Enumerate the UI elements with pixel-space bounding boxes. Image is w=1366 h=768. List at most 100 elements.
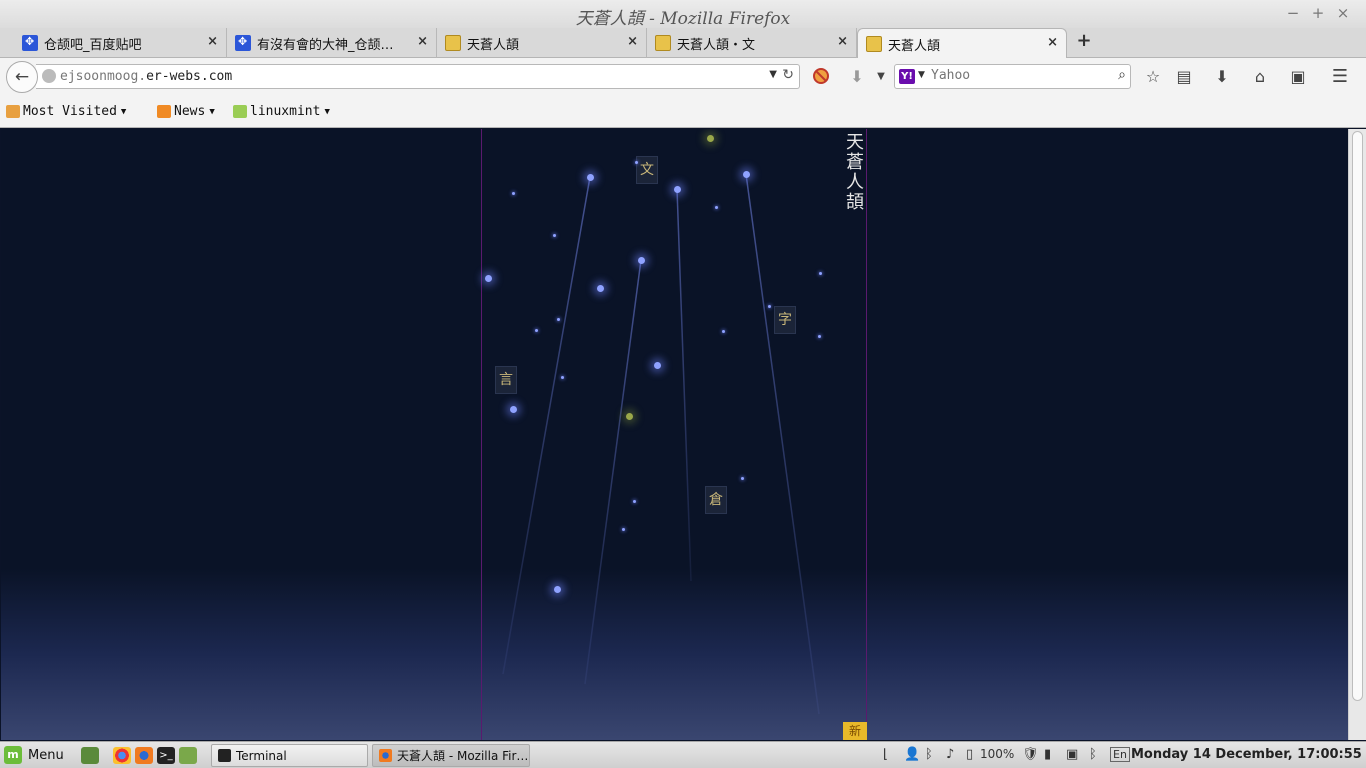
star	[638, 257, 645, 264]
task-terminal[interactable]: Terminal	[211, 744, 368, 767]
start-menu-button[interactable]: m Menu	[4, 746, 64, 764]
bookmark-most-visited[interactable]: Most Visited ▼	[6, 104, 126, 119]
bluetooth-icon[interactable]: ᛒ	[925, 747, 933, 762]
search-icon[interactable]: ⌕	[1118, 67, 1126, 83]
tab-4[interactable]: 天蒼人頡・文 ×	[647, 28, 857, 58]
menu-hamburger-icon[interactable]: ☰	[1329, 67, 1351, 87]
download-arrow-icon[interactable]: ⬇	[846, 67, 868, 87]
pocket-icon[interactable]: ▣	[1287, 67, 1309, 87]
glyph-tile[interactable]: 言	[495, 366, 517, 394]
files-icon[interactable]	[179, 747, 197, 764]
star	[535, 329, 538, 332]
baidu-paw-icon	[22, 35, 38, 51]
url-bar[interactable]: ejsoonmoog.er-webs.com ▼ ↻	[36, 64, 800, 89]
reload-icon[interactable]: ↻	[782, 67, 794, 83]
signal-icon[interactable]: ▮	[1044, 747, 1051, 762]
close-window-button[interactable]: ×	[1333, 4, 1353, 22]
page-content[interactable]: 天 蒼 人 頡 新 文 字 言 倉	[1, 129, 1348, 740]
terminal-icon	[218, 749, 231, 762]
firefox-launcher-icon[interactable]	[135, 747, 153, 764]
url-text[interactable]: ejsoonmoog.er-webs.com	[60, 69, 232, 84]
star	[707, 135, 714, 142]
yahoo-icon[interactable]: Y!	[899, 69, 915, 84]
tab-label: 天蒼人頡	[888, 38, 941, 54]
battery-icon[interactable]: ▯	[966, 747, 973, 762]
chevron-down-icon: ▼	[120, 106, 127, 117]
new-tab-button[interactable]: +	[1074, 31, 1094, 51]
search-input[interactable]	[931, 68, 1101, 83]
folder-icon	[233, 105, 247, 118]
home-icon[interactable]: ⌂	[1249, 67, 1271, 87]
reading-list-icon[interactable]: ▤	[1173, 67, 1195, 87]
chevron-down-icon: ▼	[324, 106, 330, 117]
tab-2[interactable]: 有沒有會的大神_仓颉… ×	[227, 28, 437, 58]
shield-icon[interactable]: 🛡	[1022, 747, 1039, 762]
task-firefox[interactable]: 天蒼人頡 - Mozilla Fir…	[372, 744, 530, 767]
terminal-launcher-icon[interactable]: >_	[157, 747, 175, 764]
minimize-button[interactable]: −	[1283, 4, 1303, 22]
seal-icon	[866, 36, 882, 52]
show-desktop-icon[interactable]	[81, 747, 99, 764]
back-button[interactable]: ←	[6, 61, 38, 93]
tab-strip: 仓颉吧_百度贴吧 × 有沒有會的大神_仓颉… × 天蒼人頡 × 天蒼人頡・文 ×…	[0, 28, 1366, 59]
site-identity-icon[interactable]	[42, 69, 56, 83]
window-titlebar: 天蒼人頡 - Mozilla Firefox − + ×	[0, 0, 1366, 29]
tab-label: 天蒼人頡	[467, 37, 520, 53]
bluetooth-applet-icon[interactable]: ᛒ	[1089, 747, 1097, 762]
sound-icon[interactable]: ♪	[946, 747, 954, 762]
network-icon[interactable]: ⌊	[883, 747, 888, 762]
battery-percent[interactable]: 100%	[980, 747, 1014, 761]
seal-icon	[655, 35, 671, 51]
adblock-icon[interactable]	[810, 67, 832, 87]
star	[553, 234, 556, 237]
tab-5-active[interactable]: 天蒼人頡 ×	[857, 28, 1067, 59]
url-history-dropdown-icon[interactable]: ▼	[769, 69, 777, 80]
taskbar: m Menu >_ Terminal 天蒼人頡 - Mozilla Fir… ⌊…	[0, 741, 1366, 768]
tab-label: 仓颉吧_百度贴吧	[44, 37, 142, 53]
scrollbar-thumb[interactable]	[1352, 131, 1363, 701]
tab-close-icon[interactable]: ×	[1047, 35, 1058, 50]
search-box[interactable]: Y! ▼ ⌕	[894, 64, 1131, 89]
dropdown-icon[interactable]: ▼	[870, 67, 892, 87]
maximize-button[interactable]: +	[1308, 4, 1328, 22]
chevron-down-icon: ▼	[209, 106, 215, 117]
center-panel	[481, 129, 867, 740]
navigation-toolbar: ejsoonmoog.er-webs.com ▼ ↻ ← ⬇ ▼ Y! ▼ ⌕ …	[0, 58, 1366, 96]
tab-close-icon[interactable]: ×	[837, 34, 848, 49]
star	[674, 186, 681, 193]
user-icon[interactable]: 👤	[904, 747, 920, 762]
star	[626, 413, 633, 420]
bookmark-star-icon[interactable]: ☆	[1142, 67, 1164, 87]
star	[741, 477, 744, 480]
most-visited-icon	[6, 105, 20, 118]
downloads-icon[interactable]: ⬇	[1211, 67, 1233, 87]
chrome-icon[interactable]	[113, 747, 131, 764]
star	[512, 192, 515, 195]
bookmark-linuxmint[interactable]: linuxmint ▼	[233, 104, 330, 119]
tab-close-icon[interactable]: ×	[417, 34, 428, 49]
window-list-icon[interactable]: ▣	[1066, 747, 1078, 762]
star	[485, 275, 492, 282]
seal-icon	[445, 35, 461, 51]
clock[interactable]: Monday 14 December, 17:00:55	[1131, 747, 1362, 762]
glyph-tile[interactable]: 倉	[705, 486, 727, 514]
star	[587, 174, 594, 181]
star	[715, 206, 718, 209]
glyph-tile[interactable]: 字	[774, 306, 796, 334]
search-engine-dropdown-icon[interactable]: ▼	[918, 70, 925, 80]
linuxmint-icon: m	[4, 746, 22, 764]
tab-label: 有沒有會的大神_仓颉…	[257, 37, 394, 53]
corner-seal[interactable]: 新	[843, 722, 867, 740]
star	[818, 335, 821, 338]
window-title: 天蒼人頡 - Mozilla Firefox	[575, 9, 791, 29]
bookmark-news[interactable]: News ▼	[157, 104, 215, 119]
tab-1[interactable]: 仓颉吧_百度贴吧 ×	[0, 28, 227, 58]
tab-3[interactable]: 天蒼人頡 ×	[437, 28, 647, 58]
keyboard-layout[interactable]: En	[1110, 747, 1130, 762]
vertical-page-title: 天 蒼 人 頡	[846, 132, 864, 213]
glyph-tile[interactable]: 文	[636, 156, 658, 184]
star	[768, 305, 771, 308]
tab-close-icon[interactable]: ×	[207, 34, 218, 49]
tab-close-icon[interactable]: ×	[627, 34, 638, 49]
page-scrollbar[interactable]	[1348, 129, 1366, 740]
